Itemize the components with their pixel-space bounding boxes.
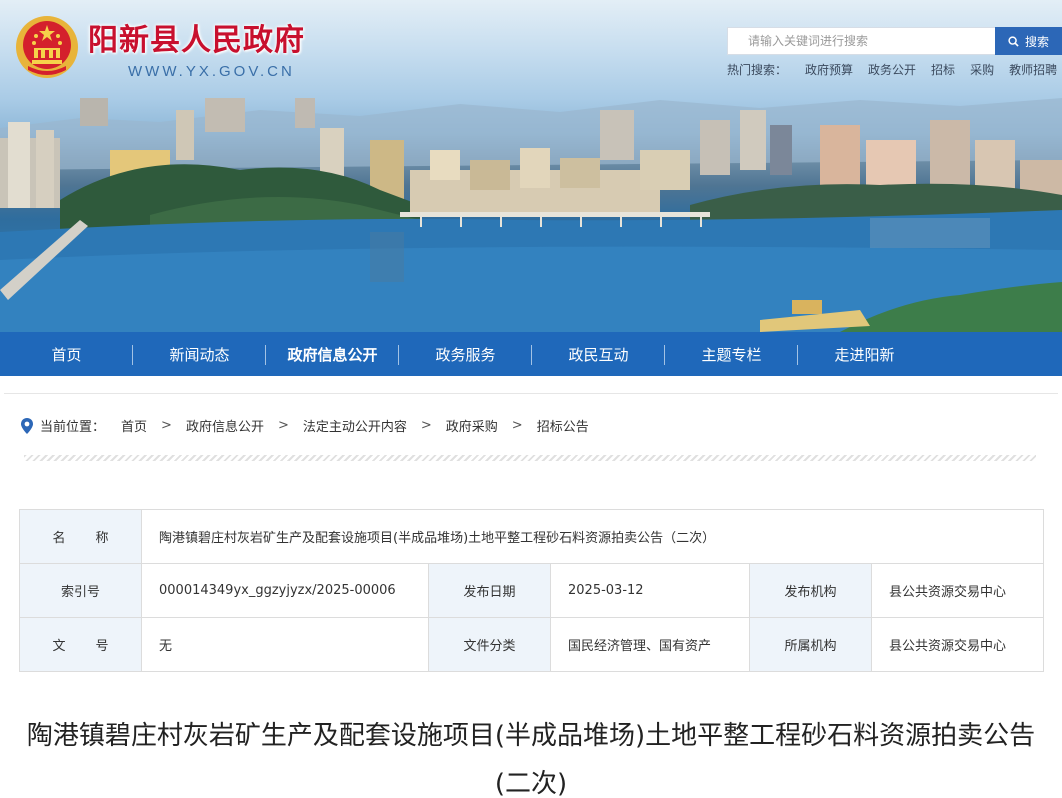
nav-item-news[interactable]: 新闻动态 bbox=[133, 332, 266, 376]
date-value: 2025-03-12 bbox=[550, 563, 750, 618]
site-name: 阳新县人民政府 bbox=[88, 22, 305, 58]
owner-label: 所属机构 bbox=[749, 617, 872, 672]
breadcrumb-gov-info[interactable]: 政府信息公开 bbox=[186, 416, 264, 435]
index-value: 000014349yx_ggzyjyzx/2025-00006 bbox=[141, 563, 429, 618]
hot-link-procurement[interactable]: 采购 bbox=[970, 61, 994, 78]
breadcrumb-bid-notice[interactable]: 招标公告 bbox=[537, 416, 589, 435]
header-banner: 阳新县人民政府 WWW.YX.GOV.CN 搜索 热门搜索： 政府预算 政务公开… bbox=[0, 0, 1062, 332]
nav-item-topics[interactable]: 主题专栏 bbox=[665, 332, 798, 376]
breadcrumb-separator: > bbox=[161, 418, 172, 433]
hot-link-gov-affairs[interactable]: 政务公开 bbox=[868, 61, 916, 78]
docno-label: 文号 bbox=[19, 617, 142, 672]
breadcrumb-home[interactable]: 首页 bbox=[121, 416, 147, 435]
hot-searches: 热门搜索： 政府预算 政务公开 招标 采购 教师招聘 bbox=[727, 61, 1057, 78]
main-nav: 首页 新闻动态 政府信息公开 政务服务 政民互动 主题专栏 走进阳新 bbox=[0, 332, 1062, 376]
name-label: 名称 bbox=[19, 509, 142, 564]
site-url: WWW.YX.GOV.CN bbox=[128, 62, 295, 80]
search-icon bbox=[1008, 35, 1019, 47]
breadcrumb: 当前位置： 首页 > 政府信息公开 > 法定主动公开内容 > 政府采购 > 招标… bbox=[20, 416, 589, 435]
date-label: 发布日期 bbox=[428, 563, 551, 618]
breadcrumb-section: 当前位置： 首页 > 政府信息公开 > 法定主动公开内容 > 政府采购 > 招标… bbox=[0, 376, 1062, 464]
nav-item-interaction[interactable]: 政民互动 bbox=[532, 332, 665, 376]
hot-link-teacher-recruit[interactable]: 教师招聘 bbox=[1009, 61, 1057, 78]
hot-searches-label: 热门搜索： bbox=[727, 63, 788, 77]
docno-value: 无 bbox=[141, 617, 429, 672]
breadcrumb-separator: > bbox=[420, 418, 432, 433]
nav-item-home[interactable]: 首页 bbox=[0, 332, 133, 376]
content-top-border bbox=[4, 393, 1058, 394]
site-logo[interactable]: 阳新县人民政府 WWW.YX.GOV.CN bbox=[14, 14, 305, 80]
search-bar: 搜索 bbox=[727, 27, 1062, 55]
nav-item-services[interactable]: 政务服务 bbox=[399, 332, 532, 376]
owner-value: 县公共资源交易中心 bbox=[870, 617, 1045, 672]
breadcrumb-separator: > bbox=[277, 418, 289, 433]
document-info-table: 名称 陶港镇碧庄村灰岩矿生产及配套设施项目(半成品堆场)土地平整工程砂石料资源拍… bbox=[19, 509, 1045, 672]
article-title: 陶港镇碧庄村灰岩矿生产及配套设施项目(半成品堆场)土地平整工程砂石料资源拍卖公告… bbox=[26, 721, 1036, 798]
hot-link-budget[interactable]: 政府预算 bbox=[805, 61, 853, 78]
breadcrumb-label: 当前位置： bbox=[40, 420, 106, 435]
breadcrumb-statutory[interactable]: 法定主动公开内容 bbox=[303, 416, 407, 435]
breadcrumb-procurement[interactable]: 政府采购 bbox=[446, 416, 498, 435]
category-label: 文件分类 bbox=[428, 617, 551, 672]
category-value: 国民经济管理、国有资产 bbox=[550, 617, 750, 672]
dotted-divider bbox=[24, 455, 1036, 461]
table-row: 索引号 000014349yx_ggzyjyzx/2025-00006 发布日期… bbox=[19, 563, 1045, 618]
publisher-value: 县公共资源交易中心 bbox=[870, 563, 1045, 618]
nav-item-about[interactable]: 走进阳新 bbox=[798, 332, 931, 376]
location-pin-icon bbox=[21, 417, 33, 434]
nav-item-gov-info[interactable]: 政府信息公开 bbox=[266, 332, 399, 376]
search-button[interactable]: 搜索 bbox=[995, 27, 1062, 55]
hot-link-bidding[interactable]: 招标 bbox=[931, 61, 955, 78]
national-emblem-icon bbox=[16, 16, 78, 78]
publisher-label: 发布机构 bbox=[749, 563, 872, 618]
breadcrumb-separator: > bbox=[511, 418, 523, 433]
table-row: 名称 陶港镇碧庄村灰岩矿生产及配套设施项目(半成品堆场)土地平整工程砂石料资源拍… bbox=[19, 509, 1045, 564]
index-label: 索引号 bbox=[19, 563, 142, 618]
search-button-label: 搜索 bbox=[1024, 34, 1049, 49]
name-value: 陶港镇碧庄村灰岩矿生产及配套设施项目(半成品堆场)土地平整工程砂石料资源拍卖公告… bbox=[140, 509, 1045, 564]
table-row: 文号 无 文件分类 国民经济管理、国有资产 所属机构 县公共资源交易中心 bbox=[19, 617, 1045, 672]
search-input[interactable] bbox=[727, 27, 995, 55]
